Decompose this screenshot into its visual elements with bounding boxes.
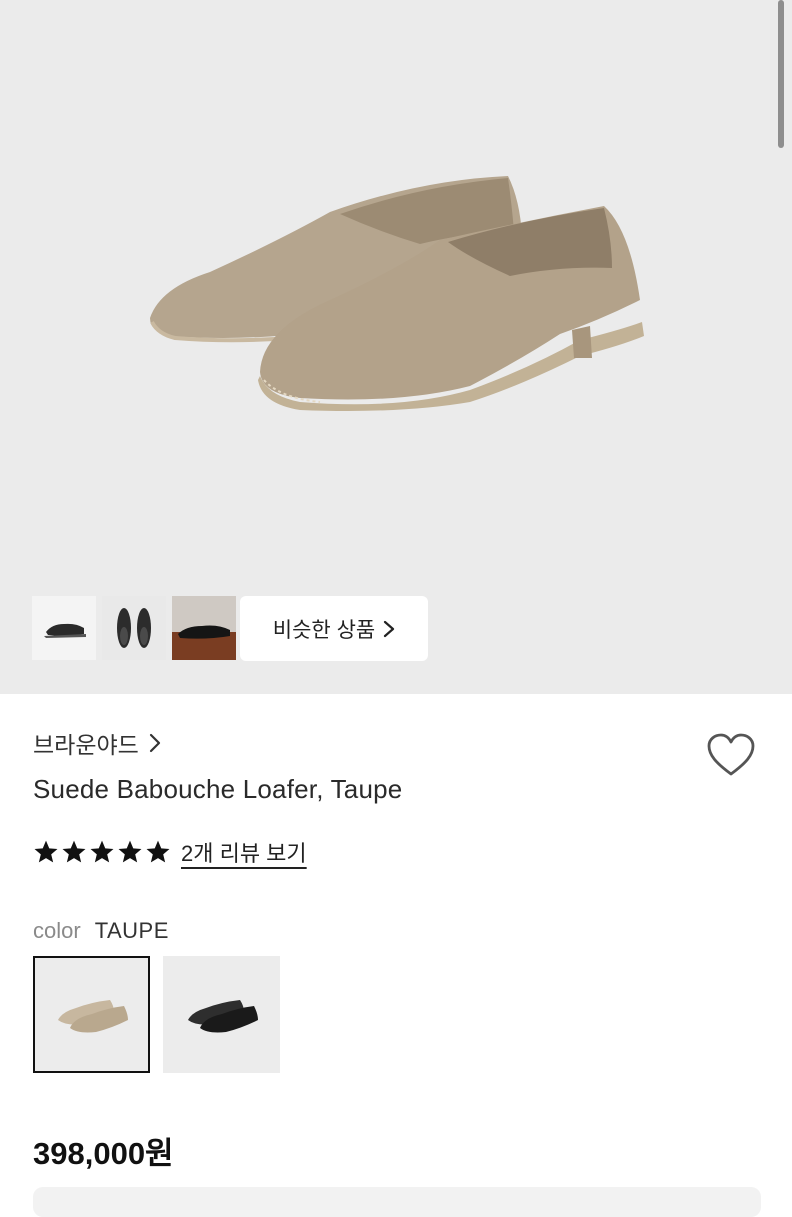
- color-label: color: [33, 918, 81, 943]
- product-image-gallery[interactable]: 비슷한 상품: [0, 0, 792, 694]
- selected-color-value: TAUPE: [94, 918, 169, 943]
- thumbnail-black-loafers-top[interactable]: [102, 596, 166, 660]
- taupe-loafer-image: [57, 999, 128, 1032]
- review-link[interactable]: 2개 리뷰 보기: [181, 836, 307, 868]
- star-icon: [62, 840, 86, 863]
- star-icon: [146, 840, 170, 863]
- brand-link[interactable]: 브라운야드: [33, 726, 161, 760]
- star-icon: [90, 840, 114, 863]
- chevron-right-icon: [384, 620, 395, 637]
- rating-stars: [33, 839, 171, 865]
- color-option-row: color TAUPE: [33, 918, 169, 944]
- thumbnail-black-loafer-side[interactable]: [32, 596, 96, 660]
- black-loafer-image: [187, 999, 258, 1032]
- scrollbar-thumb[interactable]: [778, 0, 784, 148]
- similar-products-button[interactable]: 비슷한 상품: [240, 596, 428, 661]
- product-price: 398,000원: [33, 1136, 174, 1171]
- star-icon: [34, 840, 58, 863]
- color-swatches: [33, 956, 280, 1073]
- product-main-image: [150, 176, 644, 411]
- chevron-right-icon: [149, 733, 160, 753]
- color-swatch-taupe[interactable]: [33, 956, 150, 1073]
- star-icon: [118, 840, 142, 863]
- rating-row: 2개 리뷰 보기: [33, 836, 307, 868]
- color-swatch-black[interactable]: [163, 956, 280, 1073]
- option-select-box[interactable]: [33, 1187, 761, 1217]
- brand-name: 브라운야드: [33, 732, 139, 758]
- thumbnail-black-loafer-floor[interactable]: [172, 596, 236, 660]
- product-title: Suede Babouche Loafer, Taupe: [33, 774, 403, 804]
- heart-icon[interactable]: [706, 732, 756, 778]
- thumbnail-strip: [32, 596, 236, 660]
- similar-products-label: 비슷한 상품: [272, 618, 376, 642]
